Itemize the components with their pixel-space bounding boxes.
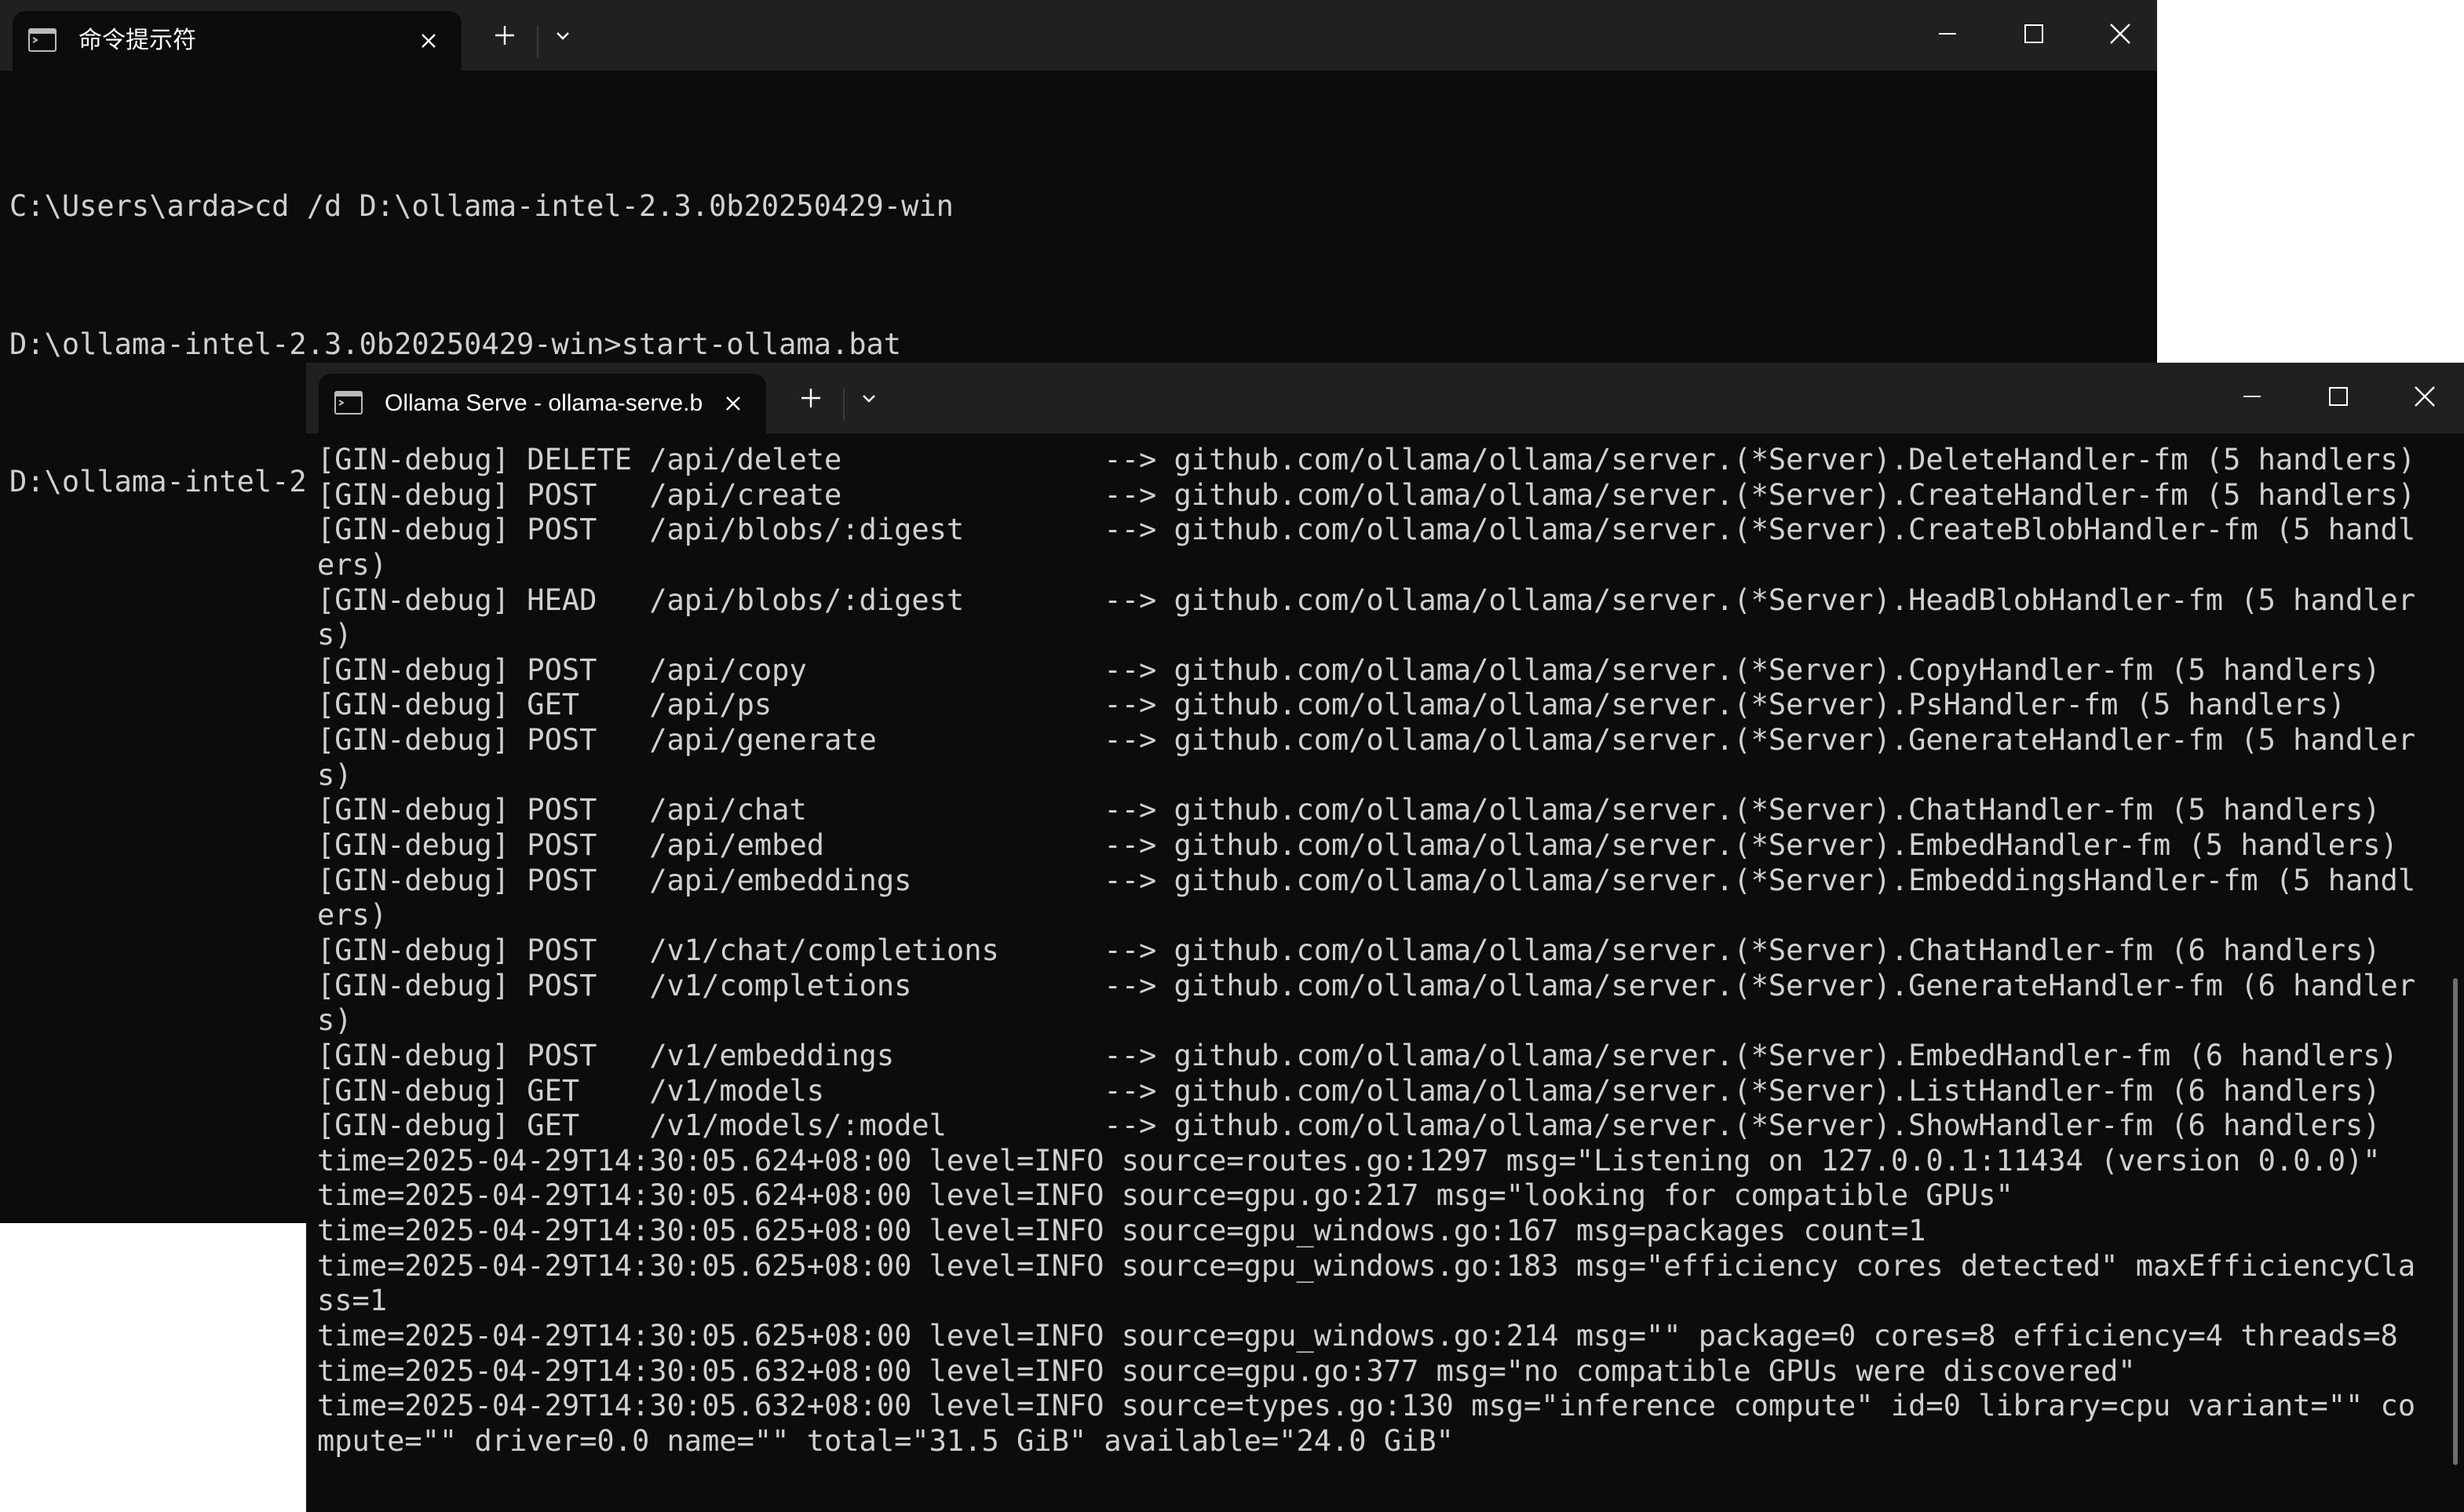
console-line: ers) [317, 547, 388, 582]
console-line: [GIN-debug] POST /api/embeddings --> git… [317, 863, 2416, 897]
console-line: time=2025-04-29T14:30:05.625+08:00 level… [317, 1319, 2398, 1353]
minimize-icon[interactable] [2239, 383, 2265, 410]
divider [537, 25, 538, 58]
console-line: [GIN-debug] GET /api/ps --> github.com/o… [317, 688, 2346, 722]
console-line: time=2025-04-29T14:30:05.624+08:00 level… [317, 1143, 2381, 1178]
console-line: time=2025-04-29T14:30:05.632+08:00 level… [317, 1389, 2416, 1423]
chevron-down-icon[interactable] [551, 24, 575, 47]
close-tab-icon[interactable] [721, 391, 746, 416]
console-line: [GIN-debug] POST /api/copy --> github.co… [317, 652, 2381, 687]
ollama-serve-window: Ollama Serve - ollama-serve.b [GIN-debug… [306, 363, 2464, 1512]
console-line: s) [317, 1003, 352, 1038]
new-tab-icon[interactable] [493, 24, 517, 47]
tab-ollama-serve[interactable]: Ollama Serve - ollama-serve.b [319, 374, 766, 433]
scrollbar[interactable] [2453, 978, 2458, 1465]
tab-title: Ollama Serve - ollama-serve.b [385, 390, 703, 416]
console-line: s) [317, 758, 352, 792]
console-line: time=2025-04-29T14:30:05.625+08:00 level… [317, 1214, 1926, 1248]
terminal-icon [334, 391, 363, 415]
tab-command-prompt[interactable]: 命令提示符 [13, 11, 462, 71]
console-line: time=2025-04-29T14:30:05.632+08:00 level… [317, 1353, 2136, 1388]
minimize-icon[interactable] [1934, 20, 1961, 47]
title-bar[interactable]: 命令提示符 [0, 0, 2157, 71]
console-line: [GIN-debug] POST /api/embed --> github.c… [317, 828, 2398, 863]
title-bar[interactable]: Ollama Serve - ollama-serve.b [306, 363, 2464, 433]
console-line: mpute="" driver=0.0 name="" total="31.5 … [317, 1423, 1454, 1458]
divider [843, 388, 845, 421]
console-line: time=2025-04-29T14:30:05.625+08:00 level… [317, 1248, 2416, 1283]
console-line: time=2025-04-29T14:30:05.624+08:00 level… [317, 1178, 2013, 1213]
maximize-icon[interactable] [2325, 383, 2352, 410]
close-tab-icon[interactable] [416, 28, 441, 53]
console-line: [GIN-debug] DELETE /api/delete --> githu… [317, 443, 2416, 477]
tab-title: 命令提示符 [78, 27, 196, 53]
console-line: ss=1 [317, 1284, 388, 1318]
console-line: [GIN-debug] POST /api/generate --> githu… [317, 723, 2416, 758]
console-output[interactable]: [GIN-debug] DELETE /api/delete --> githu… [317, 443, 2415, 1459]
console-line: [GIN-debug] POST /v1/embeddings --> gith… [317, 1038, 2398, 1072]
console-line: [GIN-debug] POST /api/blobs/:digest --> … [317, 513, 2416, 547]
chevron-down-icon[interactable] [857, 386, 881, 410]
close-window-icon[interactable] [2411, 383, 2438, 410]
new-tab-icon[interactable] [799, 386, 823, 410]
console-line: [GIN-debug] HEAD /api/blobs/:digest --> … [317, 583, 2416, 617]
console-line: ers) [317, 898, 388, 933]
terminal-icon [28, 28, 57, 52]
console-line: [GIN-debug] POST /api/create --> github.… [317, 477, 2416, 512]
maximize-icon[interactable] [2020, 20, 2047, 47]
console-line: [GIN-debug] POST /api/chat --> github.co… [317, 793, 2381, 827]
console-line: [GIN-debug] POST /v1/chat/completions --… [317, 933, 2381, 967]
console-line: [GIN-debug] POST /v1/completions --> git… [317, 968, 2416, 1003]
console-line: C:\Users\arda>cd /d D:\ollama-intel-2.3.… [9, 189, 954, 223]
close-window-icon[interactable] [2107, 20, 2134, 47]
console-line: [GIN-debug] GET /v1/models --> github.co… [317, 1073, 2381, 1108]
console-line: [GIN-debug] GET /v1/models/:model --> gi… [317, 1108, 2381, 1143]
console-line: s) [317, 618, 352, 652]
